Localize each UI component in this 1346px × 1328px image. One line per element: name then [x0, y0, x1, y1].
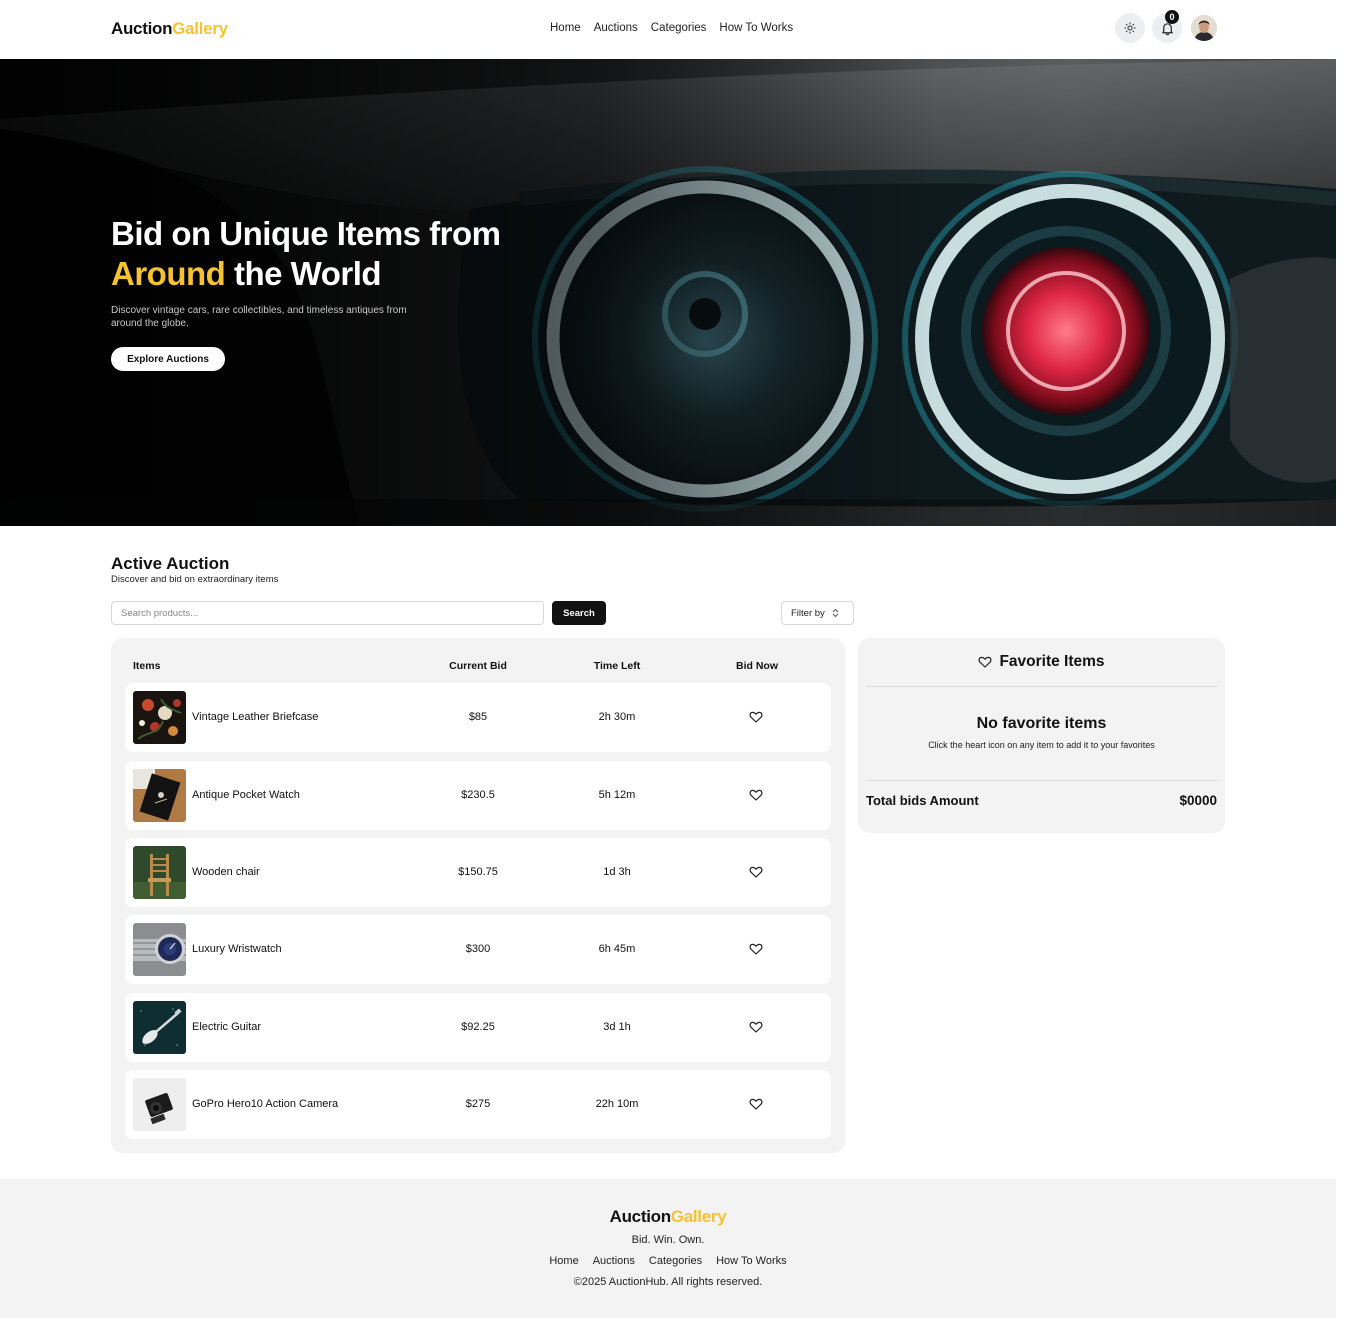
item-current-bid: $275	[465, 1098, 491, 1110]
heart-outline-icon	[978, 656, 992, 668]
item-name: Antique Pocket Watch	[192, 789, 300, 801]
sort-chevrons-icon	[832, 608, 839, 618]
wristwatch-image	[133, 923, 186, 976]
empty-state-title: No favorite items	[976, 715, 1107, 732]
favorites-title: Favorite Items	[858, 653, 1225, 671]
nav-home[interactable]: Home	[550, 22, 581, 34]
section-subtitle: Discover and bid on extraordinary items	[111, 574, 279, 585]
table-row[interactable]: Luxury Wristwatch $300 6h 45m	[125, 915, 831, 984]
item-time-left: 2h 30m	[598, 711, 636, 723]
item-current-bid: $92.25	[461, 1021, 495, 1033]
heart-icon[interactable]	[749, 710, 763, 724]
footer-tagline: Bid. Win. Own.	[631, 1234, 705, 1246]
camera-image	[133, 1078, 186, 1131]
footer-nav-how-to-works[interactable]: How To Works	[716, 1255, 787, 1267]
item-name: Luxury Wristwatch	[192, 943, 282, 955]
item-time-left: 3d 1h	[603, 1021, 631, 1033]
nav-auctions[interactable]: Auctions	[594, 22, 638, 34]
heart-icon[interactable]	[749, 1097, 763, 1111]
footer-nav-auctions[interactable]: Auctions	[593, 1255, 635, 1267]
search-input[interactable]	[111, 601, 544, 625]
item-thumbnail	[133, 769, 186, 822]
table-row[interactable]: Electric Guitar $92.25 3d 1h	[125, 993, 831, 1062]
footer-copyright: ©2025 AuctionHub. All rights reserved.	[573, 1276, 763, 1288]
table-row[interactable]: Antique Pocket Watch $230.5 5h 12m	[125, 761, 831, 830]
filter-label: Filter by	[791, 607, 825, 619]
footer-nav-categories[interactable]: Categories	[649, 1255, 702, 1267]
nav-how-to-works[interactable]: How To Works	[719, 22, 793, 34]
item-name: Electric Guitar	[192, 1021, 262, 1033]
column-header-bid-now: Bid Now	[736, 660, 778, 672]
heart-icon[interactable]	[749, 1020, 763, 1034]
user-avatar[interactable]	[1191, 15, 1217, 41]
item-thumbnail	[133, 1001, 186, 1054]
hero-title: Bid on Unique Items from Around the Worl…	[111, 214, 501, 294]
column-header-time-left: Time Left	[593, 660, 641, 672]
header-actions: 0	[1115, 10, 1217, 43]
column-header-items: Items	[133, 660, 161, 672]
notification-badge: 0	[1165, 10, 1179, 24]
logo-text-accent: Gallery	[172, 19, 228, 38]
site-footer: AuctionGallery Bid. Win. Own. Home Aucti…	[0, 1179, 1336, 1318]
empty-state-hint: Click the heart icon on any item to add …	[928, 740, 1155, 750]
nav-categories[interactable]: Categories	[651, 22, 707, 34]
hero-subtitle: Discover vintage cars, rare collectibles…	[111, 305, 407, 329]
footer-logo-text-accent: Gallery	[670, 1207, 727, 1226]
hero-title-line1: Bid on Unique Items from	[111, 215, 501, 252]
sun-icon	[1124, 22, 1136, 34]
heart-icon[interactable]	[749, 865, 763, 879]
table-row[interactable]: Wooden chair $150.75 1d 3h	[125, 838, 831, 907]
notifications-button[interactable]: 0	[1152, 10, 1182, 43]
item-thumbnail	[133, 1078, 186, 1131]
electric-guitar-image	[133, 1001, 186, 1054]
wooden-chair-image	[133, 846, 186, 899]
item-thumbnail	[133, 923, 186, 976]
item-thumbnail	[133, 691, 186, 744]
total-bids-value: $0000	[1179, 793, 1217, 808]
item-time-left: 22h 10m	[595, 1098, 639, 1110]
footer-logo-text-primary: Auction	[609, 1207, 671, 1226]
table-row[interactable]: GoPro Hero10 Action Camera $275 22h 10m	[125, 1070, 831, 1139]
item-current-bid: $150.75	[458, 866, 498, 878]
item-current-bid: $230.5	[461, 789, 495, 801]
footer-logo[interactable]: AuctionGallery	[0, 1207, 1336, 1227]
main-nav: Home Auctions Categories How To Works	[550, 22, 793, 34]
section-title: Active Auction	[111, 554, 230, 573]
divider	[866, 686, 1217, 687]
column-header-current-bid: Current Bid	[449, 660, 507, 672]
hero-title-line2: Around the World	[111, 254, 501, 294]
logo[interactable]: AuctionGallery	[111, 19, 228, 39]
avatar-image	[1191, 15, 1217, 41]
hero-title-highlight: Around	[111, 255, 226, 292]
filter-dropdown[interactable]: Filter by	[781, 601, 854, 625]
item-time-left: 5h 12m	[598, 789, 636, 801]
heart-icon[interactable]	[749, 942, 763, 956]
favorites-title-text: Favorite Items	[999, 653, 1105, 670]
site-header: AuctionGallery Home Auctions Categories …	[0, 0, 1336, 59]
item-time-left: 6h 45m	[598, 943, 636, 955]
table-row[interactable]: Vintage Leather Briefcase $85 2h 30m	[125, 683, 831, 752]
total-bids-label: Total bids Amount	[866, 793, 979, 808]
item-current-bid: $300	[465, 943, 491, 955]
hero-banner: Bid on Unique Items from Around the Worl…	[0, 59, 1336, 526]
item-thumbnail	[133, 846, 186, 899]
hero-title-rest: the World	[225, 255, 382, 292]
favorites-panel: Favorite Items No favorite items Click t…	[858, 638, 1225, 833]
item-name: Vintage Leather Briefcase	[192, 711, 319, 723]
floral-painting-image	[133, 691, 186, 744]
logo-text-primary: Auction	[111, 19, 173, 38]
search-button[interactable]: Search	[552, 601, 606, 625]
divider	[866, 780, 1217, 781]
theme-toggle-button[interactable]	[1115, 13, 1145, 43]
heart-icon[interactable]	[749, 788, 763, 802]
explore-auctions-button[interactable]: Explore Auctions	[111, 347, 225, 371]
item-name: Wooden chair	[192, 866, 260, 878]
footer-nav: Home Auctions Categories How To Works	[0, 1255, 1336, 1267]
auction-table: Items Current Bid Time Left Bid Now Vint…	[111, 638, 845, 1153]
item-name: GoPro Hero10 Action Camera	[192, 1098, 339, 1110]
item-time-left: 1d 3h	[603, 866, 631, 878]
item-current-bid: $85	[468, 711, 488, 723]
footer-nav-home[interactable]: Home	[549, 1255, 578, 1267]
pocket-watch-image	[133, 769, 186, 822]
